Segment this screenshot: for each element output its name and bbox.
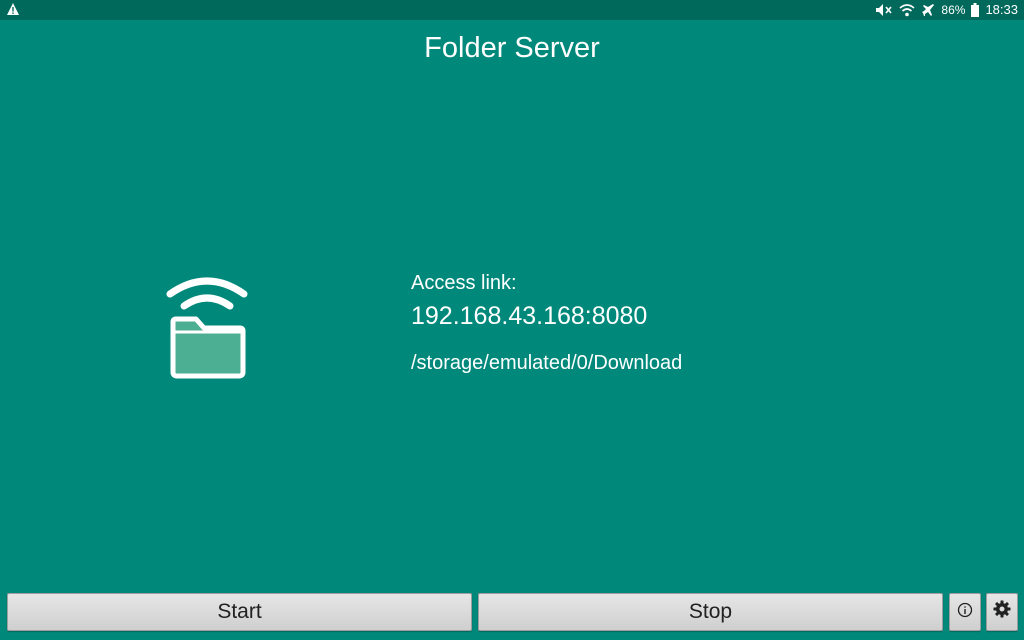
page-title: Folder Server <box>424 32 600 64</box>
wifi-icon <box>899 3 915 17</box>
access-link-value[interactable]: 192.168.43.168:8080 <box>411 300 647 332</box>
info-button[interactable] <box>949 593 981 631</box>
stop-button[interactable]: Stop <box>478 593 943 631</box>
status-bar: 86% 18:33 <box>0 0 1024 20</box>
start-button-label: Start <box>217 600 262 623</box>
access-link-label: Access link: <box>411 272 517 294</box>
stop-button-label: Stop <box>688 600 733 623</box>
battery-icon <box>971 3 980 17</box>
gear-icon <box>993 600 1011 624</box>
status-icons: 86% 18:33 <box>875 0 1018 20</box>
settings-button[interactable] <box>986 593 1018 631</box>
mute-icon <box>875 3 893 17</box>
clock: 18:33 <box>985 2 1018 17</box>
folder-wifi-icon <box>160 270 256 386</box>
info-icon <box>957 600 973 624</box>
battery-percent: 86% <box>941 3 966 17</box>
app-screen: 86% 18:33 Folder Server Access link: 192… <box>0 0 1024 640</box>
start-button[interactable]: Start <box>7 593 472 631</box>
warning-triangle-icon <box>6 2 22 18</box>
folder-path: /storage/emulated/0/Download <box>411 352 683 374</box>
airplane-icon <box>921 3 935 17</box>
